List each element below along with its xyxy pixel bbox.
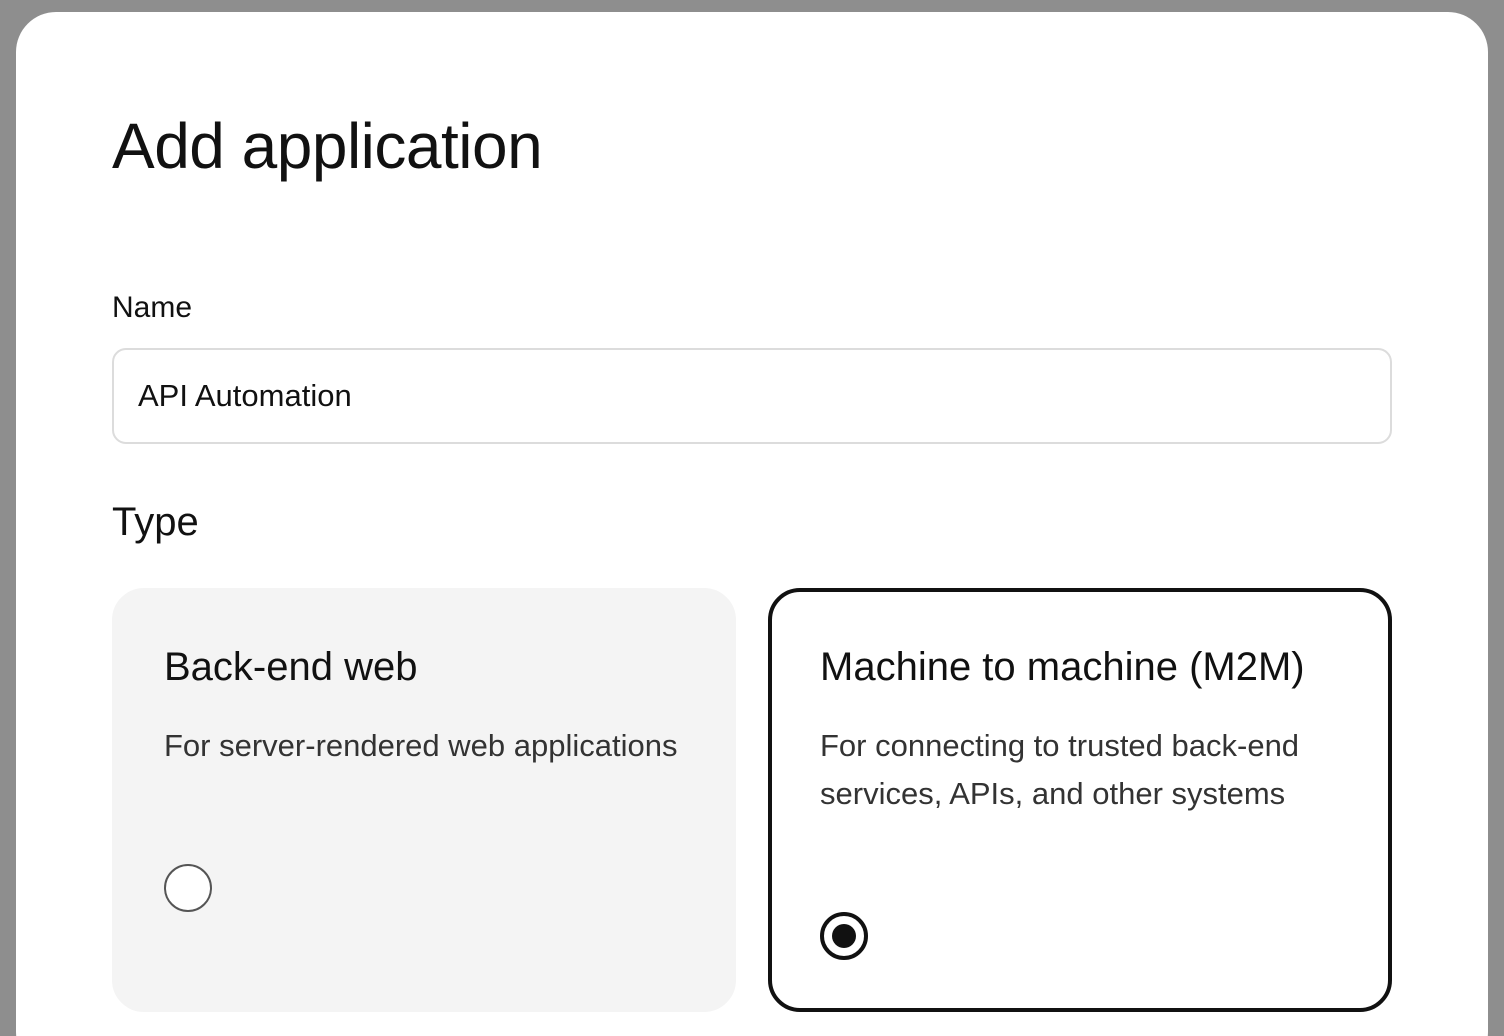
name-input[interactable] [112, 348, 1392, 444]
type-option-description: For server-rendered web applications [164, 728, 678, 763]
type-section-title: Type [112, 500, 199, 544]
type-option-title: Machine to machine (M2M) [820, 645, 1305, 689]
radio-selected-dot [832, 924, 856, 948]
type-option-title: Back-end web [164, 645, 418, 689]
name-field-label: Name [112, 291, 193, 324]
dialog-title: Add application [112, 110, 543, 182]
type-option-description: For connecting to trusted back-end servi… [820, 728, 1300, 811]
type-option-back-end-web[interactable]: Back-end web For server-rendered web app… [112, 588, 736, 1012]
back-end-web-radio[interactable] [164, 864, 212, 912]
add-application-dialog: Add application Name Type Back-end web F… [16, 12, 1488, 1036]
m2m-radio[interactable] [820, 912, 868, 960]
type-option-m2m[interactable]: Machine to machine (M2M) For connecting … [768, 588, 1392, 1012]
